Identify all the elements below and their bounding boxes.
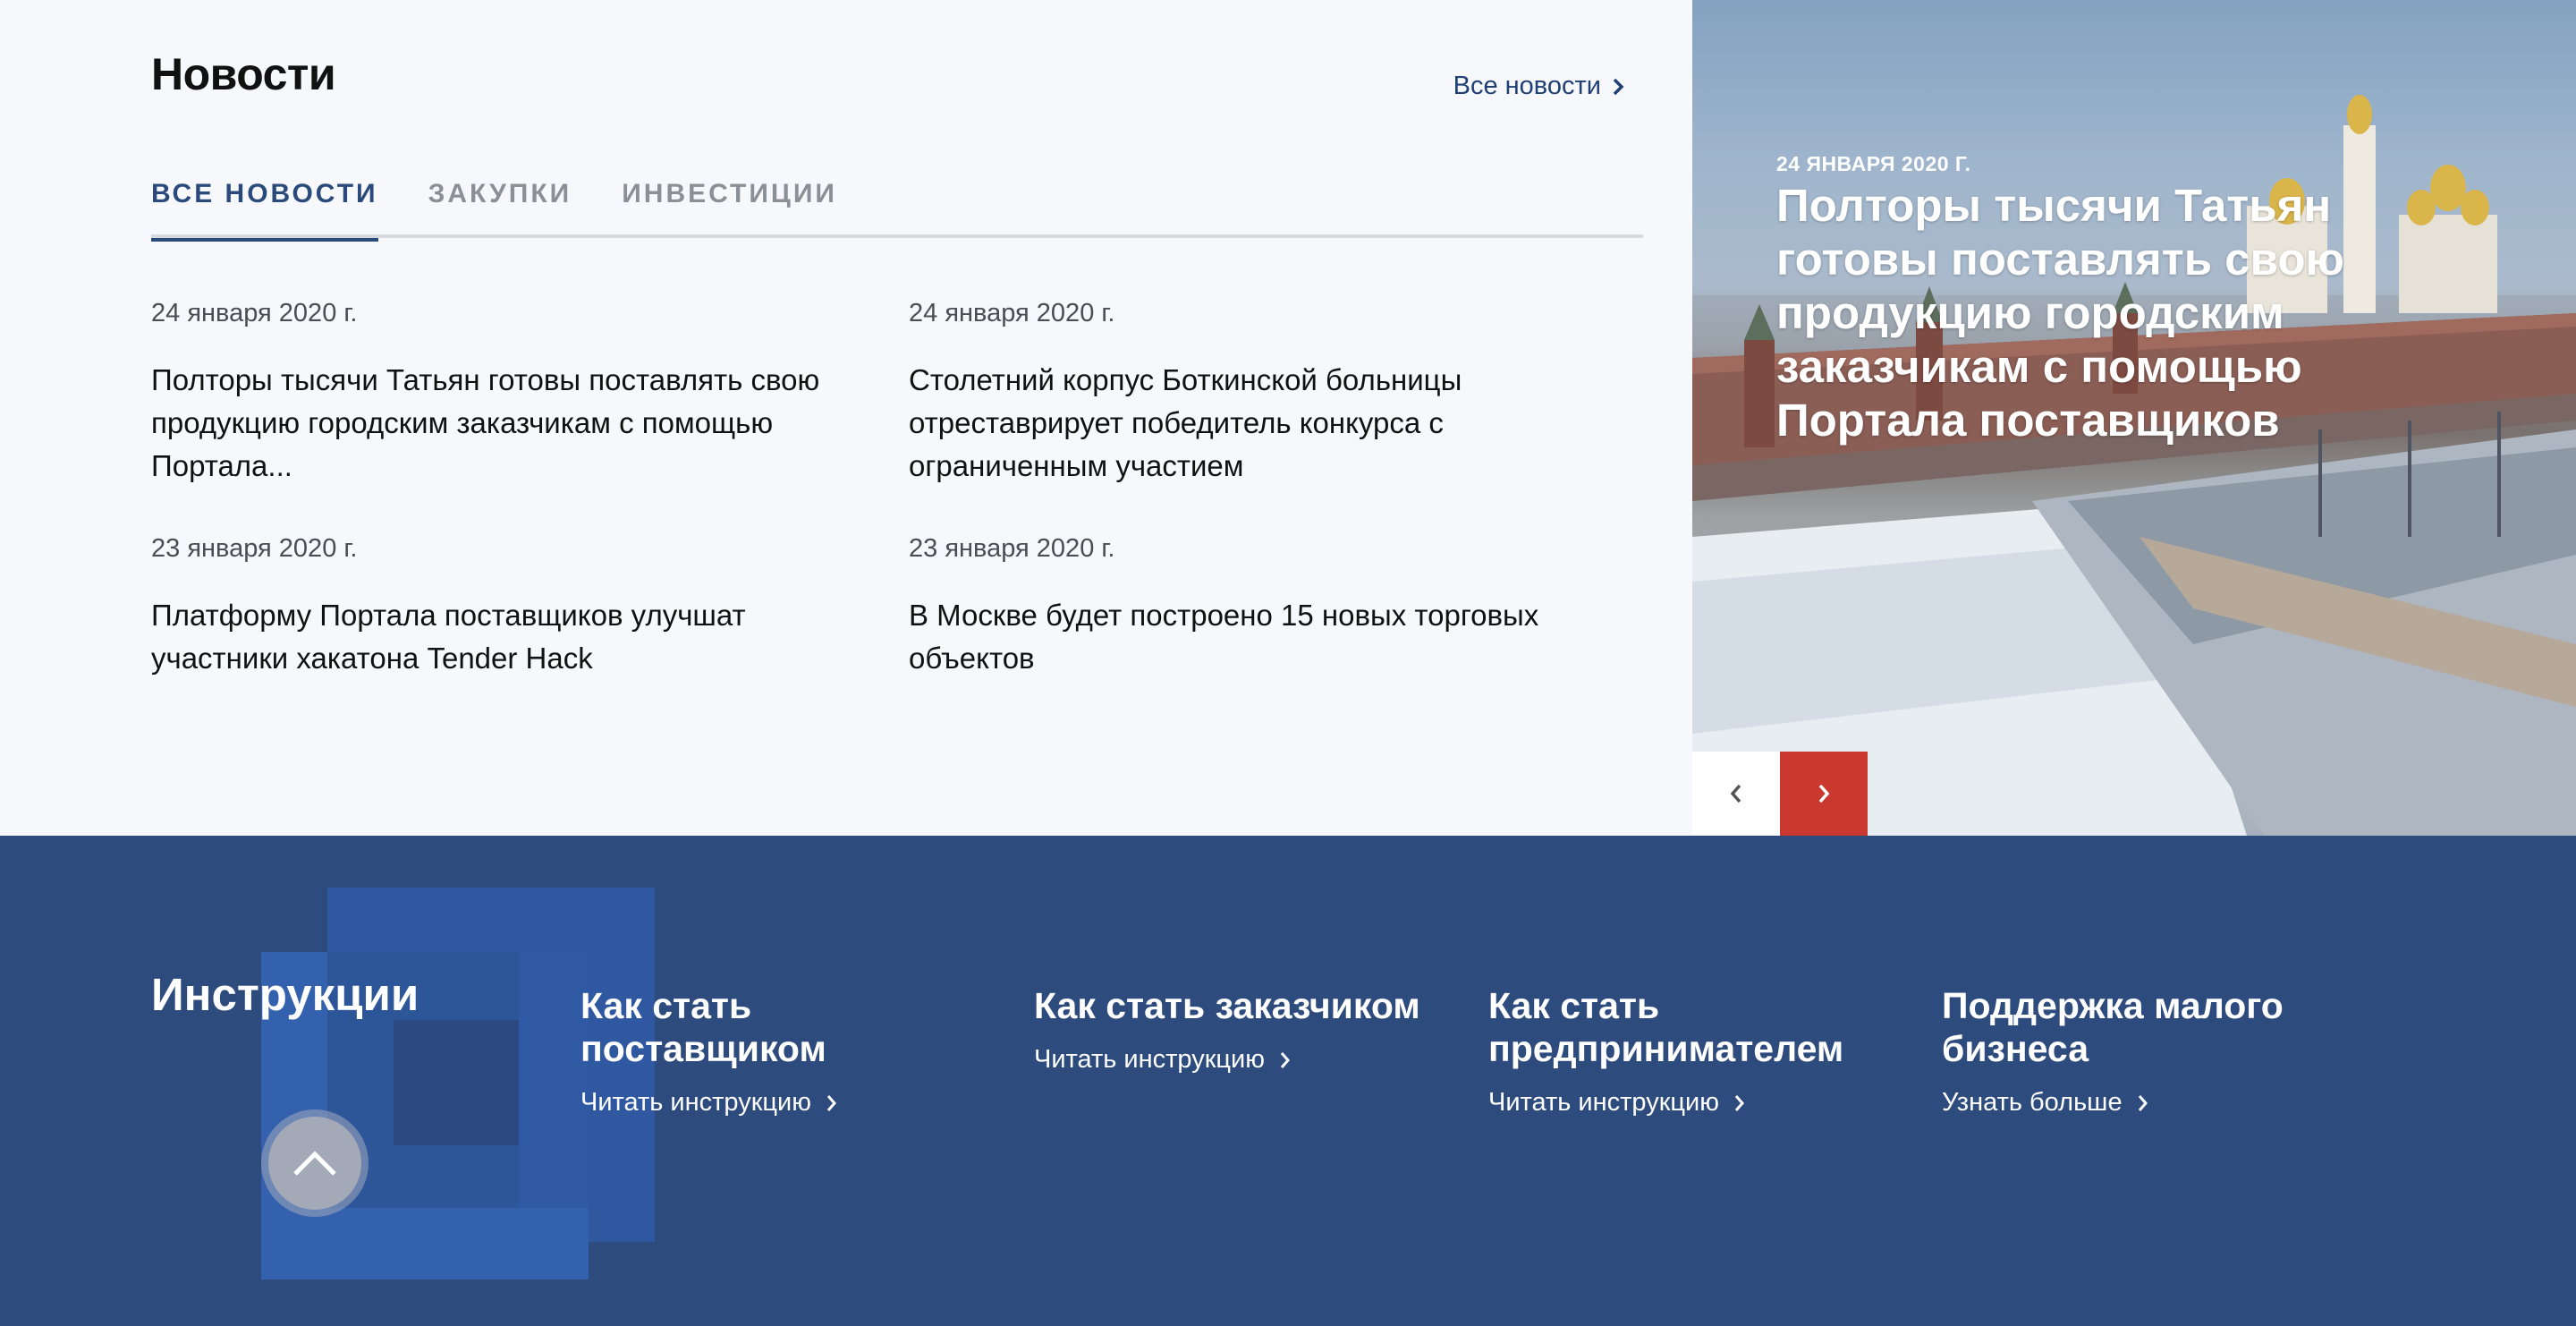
news-headline[interactable]: Полторы тысячи Татьян готовы поставлять … bbox=[151, 359, 849, 488]
news-date: 23 января 2020 г. bbox=[151, 534, 358, 563]
chevron-right-icon bbox=[2138, 1094, 2148, 1111]
tab-procurement[interactable]: ЗАКУПКИ bbox=[428, 172, 572, 238]
news-item[interactable]: 23 января 2020 г. В Москве будет построе… bbox=[909, 534, 1666, 680]
instruction-card-supplier[interactable]: Как стать поставщиком Читать инструкцию bbox=[580, 984, 992, 1118]
news-headline[interactable]: В Москве будет построено 15 новых торгов… bbox=[909, 594, 1606, 680]
scroll-to-top-inner bbox=[268, 1117, 361, 1210]
read-instruction-link[interactable]: Читать инструкцию bbox=[1034, 1045, 1445, 1075]
read-instruction-label: Читать инструкцию bbox=[1034, 1045, 1265, 1074]
tab-all-news[interactable]: ВСЕ НОВОСТИ bbox=[151, 172, 378, 242]
news-headline[interactable]: Столетний корпус Боткинской больницы отр… bbox=[909, 359, 1606, 488]
read-instruction-link[interactable]: Читать инструкцию bbox=[1488, 1088, 1900, 1118]
decorative-square bbox=[394, 1020, 519, 1145]
news-date: 23 января 2020 г. bbox=[909, 534, 1115, 563]
slider-prev-button[interactable] bbox=[1692, 752, 1780, 836]
instruction-card-title: Поддержка малого бизнеса bbox=[1942, 985, 2284, 1069]
all-news-link[interactable]: Все новости bbox=[1453, 72, 1626, 101]
featured-news-date: 24 ЯНВАРЯ 2020 Г. bbox=[1776, 152, 1971, 175]
news-headline[interactable]: Платформу Портала поставщиков улучшат уч… bbox=[151, 594, 849, 680]
chevron-left-icon bbox=[1730, 784, 1741, 803]
decorative-square bbox=[519, 952, 589, 1208]
scroll-to-top-button[interactable] bbox=[261, 1109, 369, 1217]
chevron-right-icon bbox=[1280, 1051, 1290, 1068]
chevron-right-icon bbox=[1734, 1094, 1744, 1111]
instruction-card-title: Как стать предпринимателем bbox=[1488, 985, 1844, 1069]
news-tabs: ВСЕ НОВОСТИ ЗАКУПКИ ИНВЕСТИЦИИ bbox=[151, 172, 1643, 242]
read-instruction-label: Читать инструкцию bbox=[580, 1088, 811, 1117]
learn-more-label: Узнать больше bbox=[1942, 1088, 2123, 1117]
instruction-card-entrepreneur[interactable]: Как стать предпринимателем Читать инстру… bbox=[1488, 984, 1900, 1118]
chevron-up-icon bbox=[293, 1151, 336, 1176]
instruction-card-title: Как стать заказчиком bbox=[1034, 985, 1420, 1026]
news-date: 24 января 2020 г. bbox=[151, 299, 358, 327]
learn-more-link[interactable]: Узнать больше bbox=[1942, 1088, 2353, 1118]
news-item[interactable]: 23 января 2020 г. Платформу Портала пост… bbox=[151, 534, 909, 680]
instruction-card-small-business[interactable]: Поддержка малого бизнеса Узнать больше bbox=[1942, 984, 2353, 1118]
instruction-card-title: Как стать поставщиком bbox=[580, 985, 826, 1069]
chevron-right-icon bbox=[1818, 784, 1830, 803]
featured-news-title[interactable]: Полторы тысячи Татьян готовы поставлять … bbox=[1776, 179, 2385, 447]
all-news-label: Все новости bbox=[1453, 72, 1601, 100]
news-title: Новости bbox=[151, 49, 336, 99]
chevron-right-icon bbox=[1613, 78, 1624, 95]
news-section: Новости Все новости ВСЕ НОВОСТИ ЗАКУПКИ … bbox=[0, 0, 1692, 836]
instructions-section: Инструкции Как стать поставщиком Читать … bbox=[0, 836, 2576, 1326]
news-item[interactable]: 24 января 2020 г. Столетний корпус Ботки… bbox=[909, 299, 1666, 488]
tab-investments[interactable]: ИНВЕСТИЦИИ bbox=[622, 172, 837, 238]
read-instruction-label: Читать инструкцию bbox=[1488, 1088, 1719, 1117]
chevron-right-icon bbox=[826, 1094, 836, 1111]
news-date: 24 января 2020 г. bbox=[909, 299, 1115, 327]
news-item[interactable]: 24 января 2020 г. Полторы тысячи Татьян … bbox=[151, 299, 909, 488]
instruction-card-customer[interactable]: Как стать заказчиком Читать инструкцию bbox=[1034, 984, 1445, 1075]
read-instruction-link[interactable]: Читать инструкцию bbox=[580, 1088, 992, 1118]
featured-news-slider[interactable]: 24 ЯНВАРЯ 2020 Г. Полторы тысячи Татьян … bbox=[1692, 0, 2576, 836]
instructions-title: Инструкции bbox=[151, 969, 419, 1020]
slider-next-button[interactable] bbox=[1780, 752, 1868, 836]
news-list: 24 января 2020 г. Полторы тысячи Татьян … bbox=[151, 299, 1672, 680]
